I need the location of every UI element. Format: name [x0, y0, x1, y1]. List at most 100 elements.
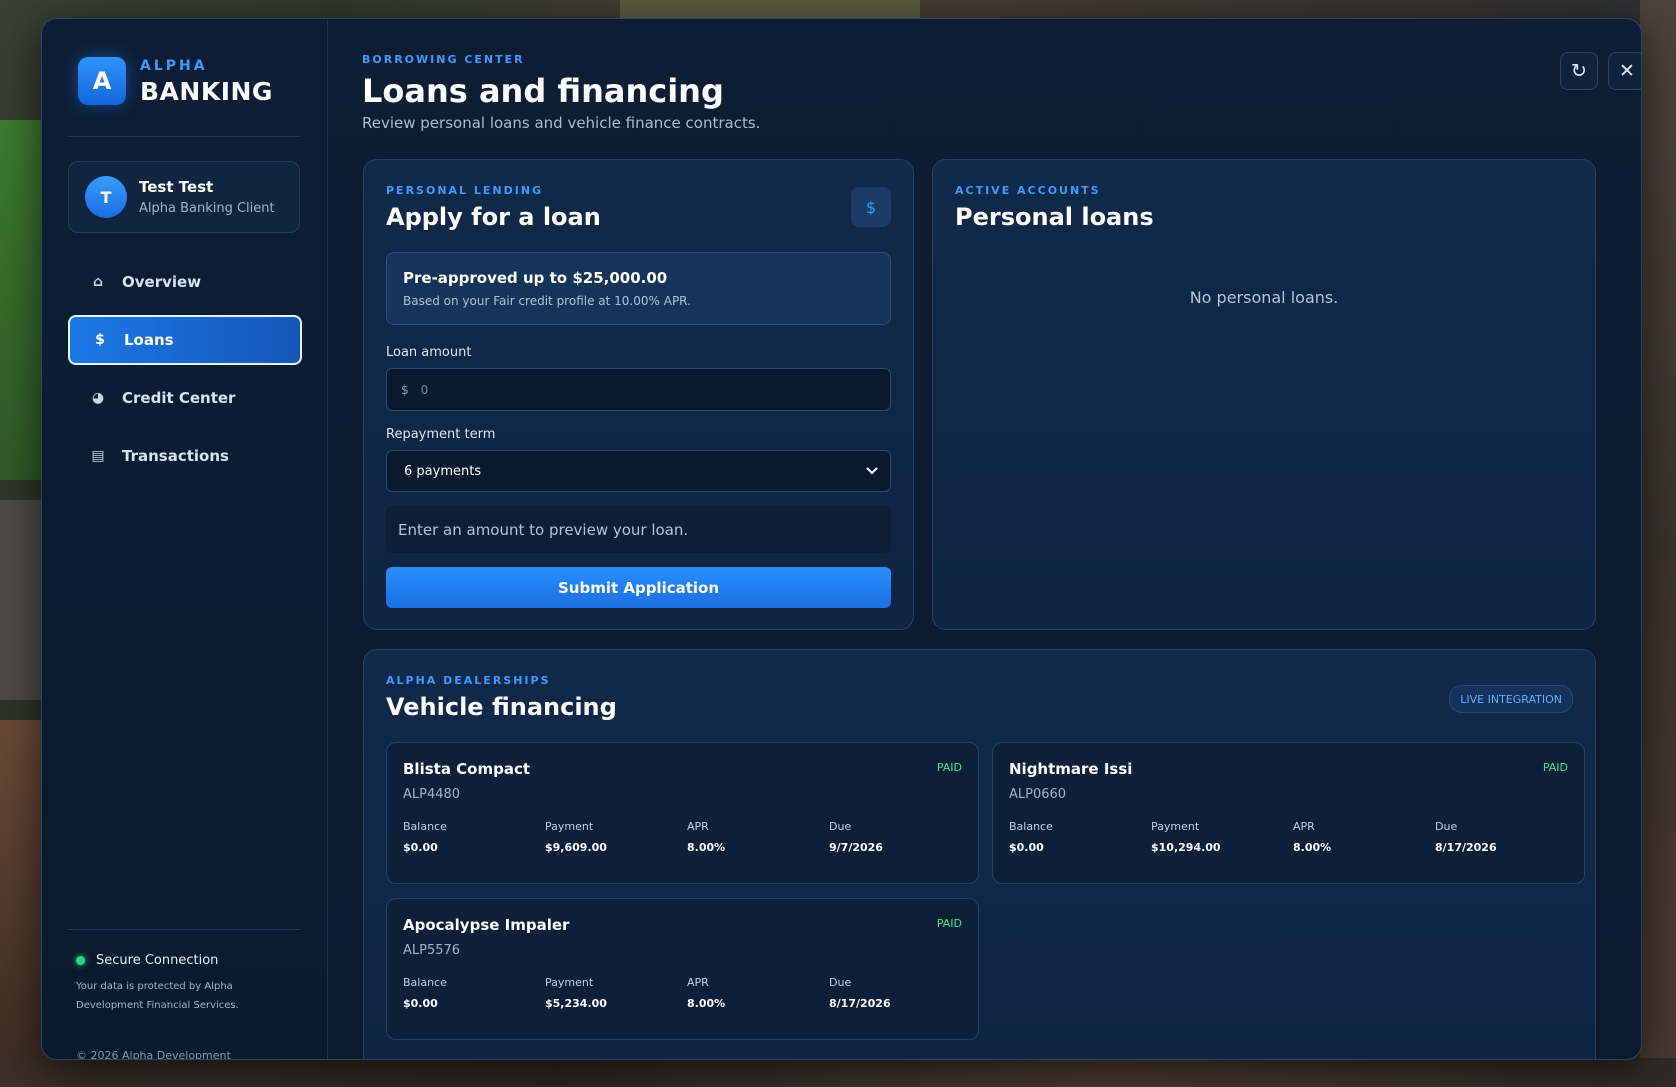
balance-value: $0.00: [1009, 841, 1044, 854]
list-icon: ▤: [91, 448, 105, 464]
loan-preview: Enter an amount to preview your loan.: [386, 506, 891, 553]
due-label: Due: [829, 820, 852, 833]
sidebar-item-credit-center[interactable]: ◕ Credit Center: [68, 373, 302, 423]
banking-window: A ALPHA BANKING T Test Test Alpha Bankin…: [41, 18, 1642, 1060]
apr-label: APR: [1293, 820, 1315, 833]
apply-loan-card: PERSONAL LENDING Apply for a loan $ Pre-…: [363, 159, 914, 630]
balance-label: Balance: [1009, 820, 1053, 833]
currency-prefix: $: [401, 382, 409, 397]
balance-value: $0.00: [403, 841, 438, 854]
apply-title: Apply for a loan: [386, 203, 601, 231]
status-badge: PAID: [936, 917, 962, 930]
refresh-button[interactable]: ↻: [1560, 52, 1598, 90]
brand-big: BANKING: [140, 76, 273, 106]
submit-application-button[interactable]: Submit Application: [386, 567, 891, 608]
page-title: Loans and financing: [362, 72, 724, 110]
chevron-down-icon: [866, 467, 878, 475]
sidebar-divider-bottom: [68, 929, 300, 930]
due-value: 9/7/2026: [829, 841, 883, 854]
copyright: © 2026 Alpha Development: [76, 1049, 231, 1060]
repayment-term-label: Repayment term: [386, 427, 496, 442]
page-eyebrow: BORROWING CENTER: [362, 53, 525, 66]
vehicle-contract-card: Apocalypse Impaler ALP5576 PAID Balance $…: [386, 898, 979, 1040]
preapproval-subtitle: Based on your Fair credit profile at 10.…: [403, 294, 691, 308]
payment-value: $10,294.00: [1151, 841, 1221, 854]
payment-label: Payment: [545, 976, 594, 989]
apr-value: 8.00%: [687, 841, 726, 854]
dollar-icon: $: [95, 332, 105, 348]
home-icon: ⌂: [92, 274, 104, 290]
repayment-term-value: 6 payments: [404, 463, 482, 479]
personal-loans-title: Personal loans: [955, 203, 1154, 231]
personal-loans-empty: No personal loans.: [1189, 288, 1339, 307]
dollar-icon: $: [851, 187, 891, 227]
sidebar-item-label: Transactions: [122, 447, 229, 465]
sidebar-item-label: Credit Center: [122, 389, 236, 407]
balance-label: Balance: [403, 976, 447, 989]
security-description: Your data is protected by Alpha Developm…: [76, 981, 239, 1011]
live-integration-badge: LIVE INTEGRATION: [1449, 685, 1573, 713]
payment-value: $5,234.00: [545, 997, 607, 1010]
vehicle-name: Nightmare Issi: [1009, 760, 1133, 778]
vehicle-financing-card: ALPHA DEALERSHIPS Vehicle financing LIVE…: [363, 649, 1596, 1059]
loan-amount-label: Loan amount: [386, 345, 472, 360]
status-badge: PAID: [1542, 761, 1568, 774]
brand-small: ALPHA: [140, 57, 208, 74]
vehicle-plate: ALP5576: [403, 943, 461, 958]
sidebar: A ALPHA BANKING T Test Test Alpha Bankin…: [42, 19, 328, 1059]
payment-value: $9,609.00: [545, 841, 607, 854]
vehicle-contract-card: Nightmare Issi ALP0660 PAID Balance $0.00…: [992, 742, 1585, 884]
personal-loans-card: ACTIVE ACCOUNTS Personal loans No person…: [932, 159, 1596, 630]
balance-label: Balance: [403, 820, 447, 833]
close-button[interactable]: ✕: [1608, 52, 1641, 90]
vehicle-name: Blista Compact: [403, 760, 531, 778]
page-header: BORROWING CENTER Loans and financing Rev…: [362, 53, 760, 132]
sidebar-item-transactions[interactable]: ▤ Transactions: [68, 431, 302, 481]
preapproval-title: Pre-approved up to $25,000.00: [403, 269, 668, 287]
balance-value: $0.00: [403, 997, 438, 1010]
sidebar-divider-top: [68, 136, 300, 137]
payment-label: Payment: [545, 820, 594, 833]
vehicle-title: Vehicle financing: [386, 693, 617, 721]
vehicle-plate: ALP4480: [403, 787, 461, 802]
vehicle-plate: ALP0660: [1009, 787, 1067, 802]
payment-label: Payment: [1151, 820, 1200, 833]
due-value: 8/17/2026: [829, 997, 891, 1010]
sidebar-item-overview[interactable]: ⌂ Overview: [68, 257, 302, 307]
user-name: Test Test: [139, 178, 214, 196]
vehicle-contract-card: Blista Compact ALP4480 PAID Balance $0.00…: [386, 742, 979, 884]
sidebar-item-label: Overview: [122, 273, 202, 291]
user-card: T Test Test Alpha Banking Client: [68, 161, 300, 233]
main-content: BORROWING CENTER Loans and financing Rev…: [328, 19, 1641, 1059]
status-badge: PAID: [936, 761, 962, 774]
vehicle-eyebrow: ALPHA DEALERSHIPS: [386, 674, 551, 687]
avatar: T: [85, 176, 127, 218]
apr-label: APR: [687, 976, 709, 989]
apr-value: 8.00%: [687, 997, 726, 1010]
secure-status-dot: [76, 956, 85, 965]
loan-amount-field: $: [386, 368, 891, 411]
sidebar-item-loans[interactable]: $ Loans: [68, 315, 302, 365]
due-value: 8/17/2026: [1435, 841, 1497, 854]
brand: A ALPHA BANKING: [78, 57, 273, 105]
due-label: Due: [1435, 820, 1458, 833]
pie-chart-icon: ◕: [91, 390, 105, 406]
sidebar-nav: ⌂ Overview $ Loans ◕ Credit Center ▤ Tra…: [68, 257, 302, 489]
due-label: Due: [829, 976, 852, 989]
secure-status-label: Secure Connection: [96, 953, 219, 968]
apr-label: APR: [687, 820, 709, 833]
security-panel: Secure Connection Your data is protected…: [76, 953, 296, 1015]
apply-eyebrow: PERSONAL LENDING: [386, 184, 544, 197]
vehicle-name: Apocalypse Impaler: [403, 916, 570, 934]
refresh-icon: ↻: [1571, 60, 1587, 82]
page-subtitle: Review personal loans and vehicle financ…: [362, 114, 761, 132]
user-subtitle: Alpha Banking Client: [139, 201, 275, 216]
apr-value: 8.00%: [1293, 841, 1332, 854]
repayment-term-select[interactable]: 6 payments: [386, 450, 891, 492]
personal-loans-eyebrow: ACTIVE ACCOUNTS: [955, 184, 1101, 197]
brand-logo: A: [78, 57, 126, 105]
preapproval-banner: Pre-approved up to $25,000.00 Based on y…: [386, 252, 891, 325]
sidebar-item-label: Loans: [124, 331, 174, 349]
loan-amount-input[interactable]: [418, 381, 863, 398]
close-icon: ✕: [1619, 60, 1635, 82]
